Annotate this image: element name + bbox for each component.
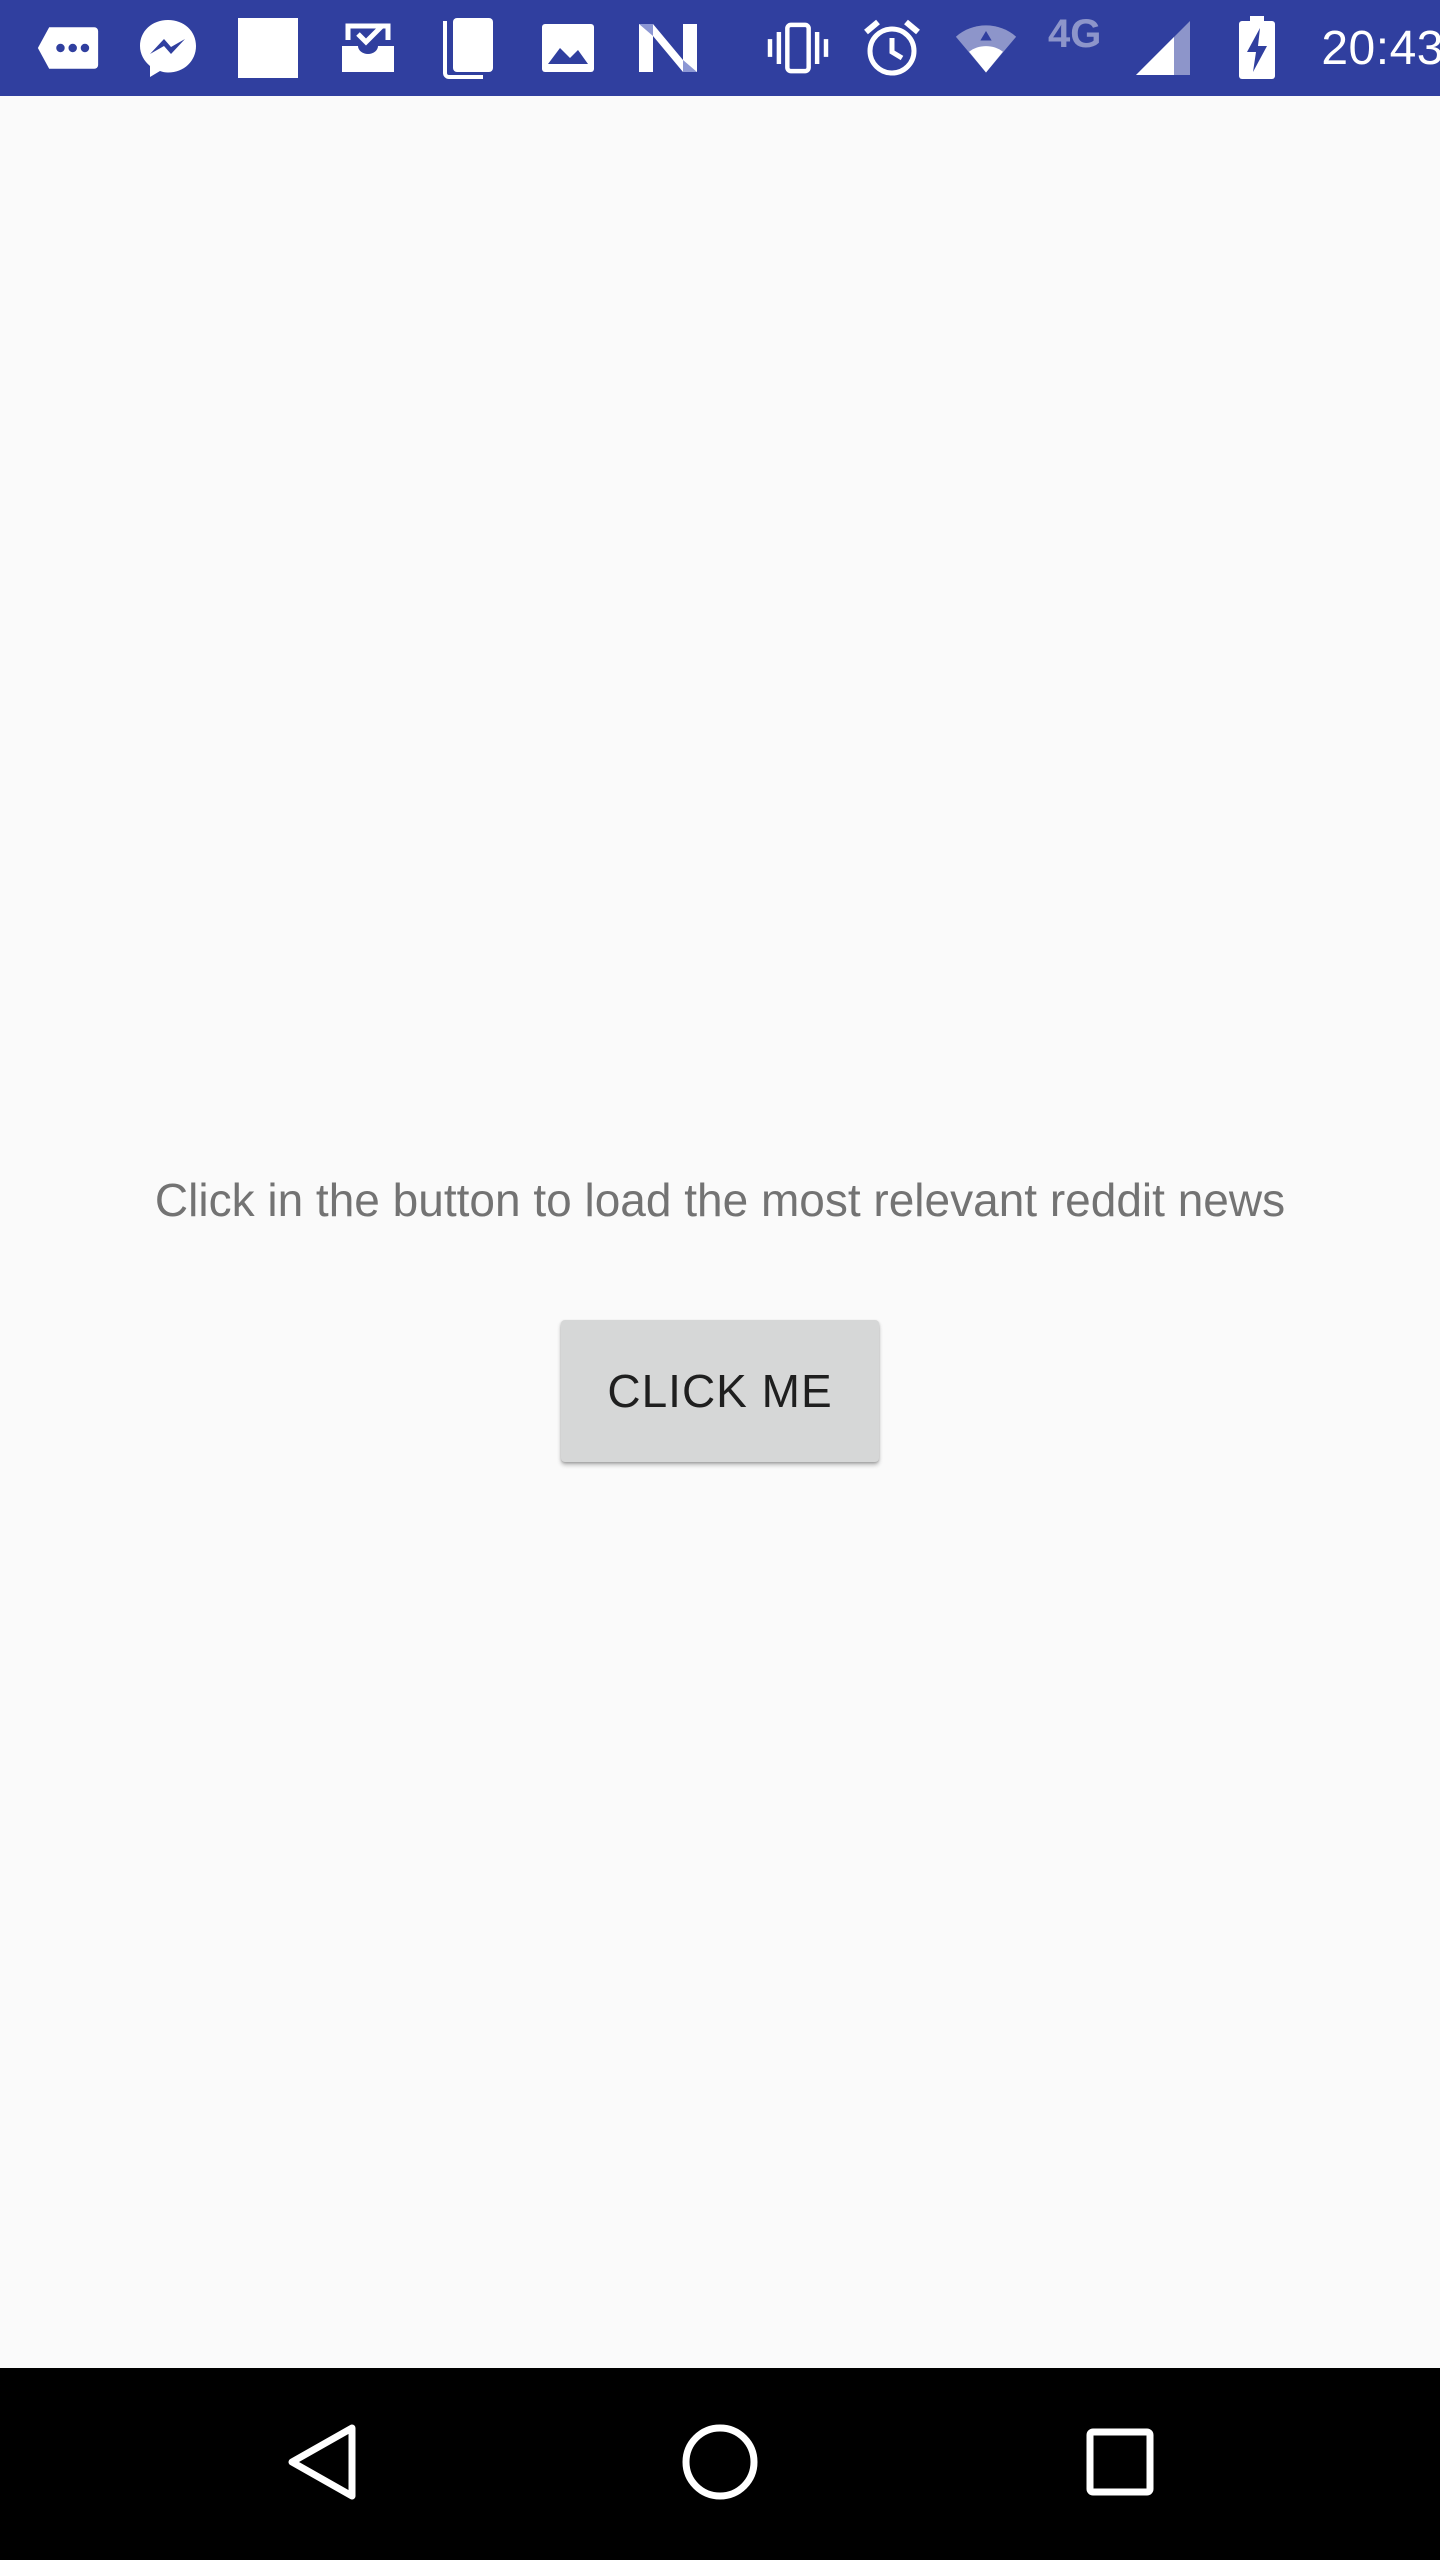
vibrate-icon — [766, 16, 830, 80]
system-icons: 4G 20:43 — [736, 0, 1440, 96]
back-button[interactable] — [272, 2414, 372, 2514]
instruction-text: Click in the button to load the most rel… — [154, 1174, 1286, 1226]
recents-icon — [1084, 2426, 1156, 2503]
white-square-icon — [236, 16, 300, 80]
back-icon — [284, 2422, 360, 2507]
network-type-label: 4G — [1048, 11, 1102, 56]
n-logo-icon — [636, 16, 700, 80]
main-content: Click in the button to load the most rel… — [0, 96, 1440, 2368]
messenger-icon — [136, 16, 200, 80]
click-me-button[interactable]: CLICK ME — [561, 1320, 879, 1462]
document-icon — [436, 16, 500, 80]
home-icon — [680, 2422, 760, 2507]
battery-charging-icon — [1225, 16, 1289, 80]
status-bar: 4G 20:43 — [0, 0, 1440, 96]
home-button[interactable] — [670, 2414, 770, 2514]
cell-signal-icon — [1131, 16, 1195, 80]
chat-bubble-more-icon — [36, 16, 100, 80]
image-icon — [536, 16, 600, 80]
notification-icons — [36, 0, 736, 96]
alarm-icon — [860, 16, 924, 80]
inbox-done-icon — [336, 16, 400, 80]
wifi-icon — [954, 16, 1018, 80]
recents-button[interactable] — [1070, 2414, 1170, 2514]
navigation-bar — [0, 2368, 1440, 2560]
screen: 4G 20:43 Click in the button to load the… — [0, 0, 1440, 2560]
status-bar-clock: 20:43 — [1321, 21, 1440, 75]
